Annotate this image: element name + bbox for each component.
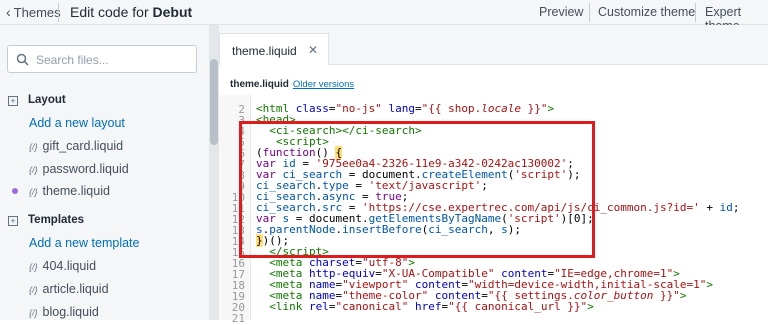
- add-template-link[interactable]: Add a new template: [29, 236, 140, 250]
- folder-templates[interactable]: + Templates: [8, 214, 84, 226]
- liquid-file-icon: {/}: [29, 142, 38, 152]
- liquid-file-icon: {/}: [29, 262, 38, 272]
- top-bar: ‹ Themes Edit code for Debut Preview Cust…: [0, 0, 768, 33]
- line-number: 21: [231, 312, 245, 325]
- tab-theme-liquid[interactable]: theme.liquid ✕: [219, 33, 329, 65]
- sidebar-scrollbar[interactable]: [209, 25, 219, 320]
- back-to-themes-link[interactable]: ‹ Themes: [6, 4, 61, 20]
- divider: [589, 3, 590, 22]
- folder-toggle-icon: +: [8, 216, 18, 226]
- chevron-left-icon: ‹: [6, 4, 11, 20]
- folder-toggle-icon: +: [8, 96, 18, 106]
- divider: [58, 3, 59, 22]
- file-sidebar: Search files... + Layout Add a new layout…: [0, 25, 210, 320]
- code-line: <html class="no-js" lang="{{ shop.locale…: [256, 102, 555, 115]
- older-versions-link[interactable]: Older versions: [293, 79, 354, 90]
- customize-theme-button[interactable]: Customize theme: [598, 5, 695, 19]
- file-gift-card[interactable]: {/} gift_card.liquid: [29, 139, 123, 153]
- divider: [695, 3, 696, 22]
- page-title: Edit code for Debut: [70, 4, 193, 20]
- scrollbar-thumb[interactable]: [210, 59, 218, 145]
- file-404[interactable]: {/} 404.liquid: [29, 259, 96, 273]
- file-password[interactable]: {/} password.liquid: [29, 162, 129, 176]
- file-blog[interactable]: {/} blog.liquid: [29, 305, 99, 319]
- tab-strip: theme.liquid ✕: [219, 25, 768, 65]
- liquid-file-icon: {/}: [29, 285, 38, 295]
- folder-layout[interactable]: + Layout: [8, 94, 66, 106]
- close-icon[interactable]: ✕: [308, 43, 318, 57]
- code-line: <link rel="canonical" href="{{ canonical…: [269, 300, 594, 313]
- add-layout-link[interactable]: Add a new layout: [29, 116, 125, 130]
- search-icon: [16, 53, 29, 66]
- search-files-input[interactable]: Search files...: [7, 45, 197, 73]
- highlight-box: [239, 121, 595, 258]
- liquid-file-icon: {/}: [29, 187, 38, 197]
- file-header: theme.liquid Older versions: [230, 79, 355, 90]
- file-article[interactable]: {/} article.liquid: [29, 282, 109, 296]
- file-theme[interactable]: {/} theme.liquid: [29, 184, 110, 198]
- liquid-file-icon: {/}: [29, 308, 38, 318]
- preview-button[interactable]: Preview: [539, 5, 583, 19]
- open-file-indicator: [12, 188, 18, 194]
- liquid-file-icon: {/}: [29, 165, 38, 175]
